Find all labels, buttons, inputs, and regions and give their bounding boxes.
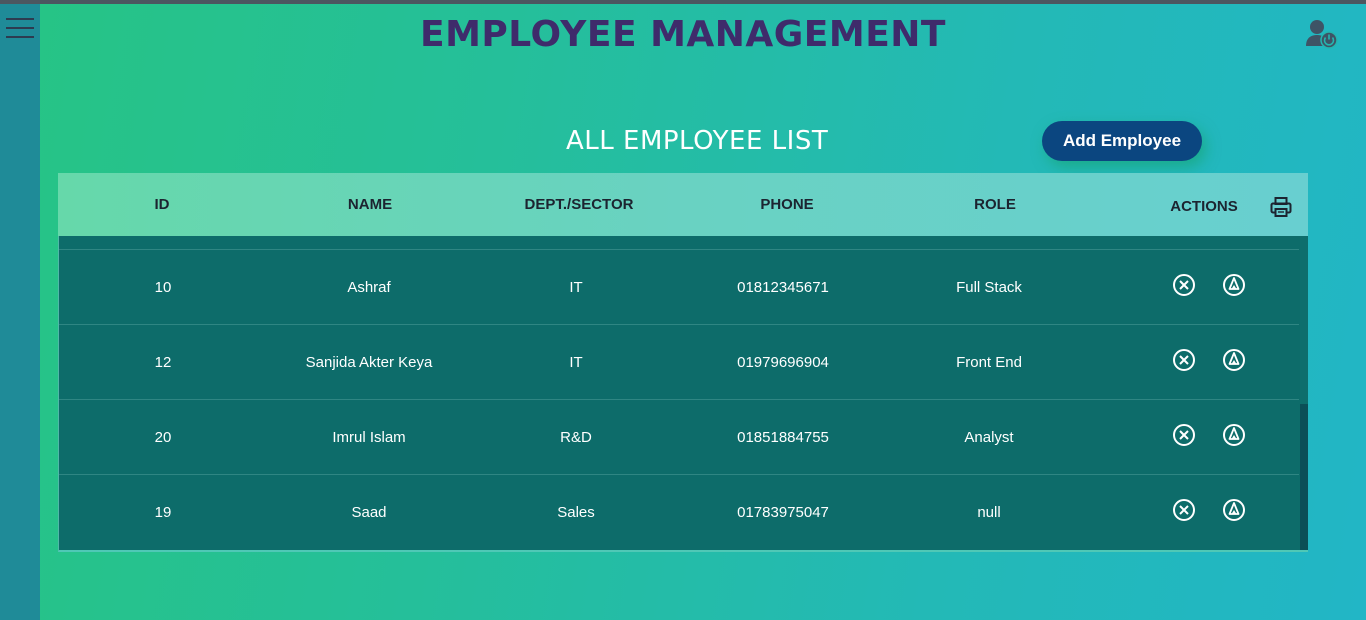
table-header: ID NAME DEPT./SECTOR PHONE ROLE ACTIONS — [58, 173, 1308, 236]
window-top-strip — [0, 0, 1366, 4]
column-header-actions: ACTIONS — [1170, 198, 1238, 215]
table-row[interactable]: 12 Sanjida Akter Keya IT 01979696904 Fro… — [59, 324, 1299, 400]
cell-phone: 01979696904 — [737, 354, 829, 371]
table-body: 10 Ashraf IT 01812345671 Full Stack 12 S… — [58, 236, 1308, 552]
delete-circle-x-icon[interactable] — [1172, 423, 1196, 447]
cell-id: 10 — [154, 279, 172, 296]
scrollbar-thumb[interactable] — [1300, 236, 1308, 404]
column-header-role: ROLE — [974, 196, 1016, 213]
cell-dept: Sales — [557, 504, 595, 521]
employee-list-title: ALL EMPLOYEE LIST — [566, 126, 829, 156]
delete-circle-x-icon[interactable] — [1172, 273, 1196, 297]
edit-pen-circle-icon[interactable] — [1222, 348, 1246, 372]
employee-table: ID NAME DEPT./SECTOR PHONE ROLE ACTIONS … — [58, 173, 1308, 552]
table-row[interactable]: 20 Imrul Islam R&D 01851884755 Analyst — [59, 399, 1299, 475]
column-header-phone: PHONE — [760, 196, 814, 213]
cell-phone: 01812345671 — [737, 279, 829, 296]
delete-circle-x-icon[interactable] — [1172, 348, 1196, 372]
cell-dept: IT — [569, 354, 583, 371]
cell-name: Ashraf — [347, 279, 391, 296]
column-header-name: NAME — [347, 196, 393, 213]
cell-phone: 01851884755 — [737, 429, 829, 446]
page-title: EMPLOYEE MANAGEMENT — [420, 14, 946, 55]
cell-phone: 01783975047 — [737, 504, 829, 521]
edit-pen-circle-icon[interactable] — [1222, 273, 1246, 297]
cell-role: Full Stack — [956, 279, 1022, 296]
user-logout-icon[interactable] — [1304, 18, 1340, 52]
cell-role: null — [977, 504, 1001, 521]
cell-name: Imrul Islam — [332, 429, 406, 446]
table-row[interactable]: 10 Ashraf IT 01812345671 Full Stack — [59, 249, 1299, 325]
delete-circle-x-icon[interactable] — [1172, 498, 1196, 522]
column-header-dept: DEPT./SECTOR — [524, 196, 634, 213]
cell-dept: R&D — [560, 429, 592, 446]
cell-name: Saad — [351, 504, 387, 521]
column-header-id: ID — [154, 196, 170, 213]
cell-id: 20 — [154, 429, 172, 446]
cell-name: Sanjida Akter Keya — [305, 354, 433, 371]
sidebar — [0, 4, 40, 620]
cell-dept: IT — [569, 279, 583, 296]
table-scrollbar[interactable] — [1300, 236, 1308, 550]
cell-role: Front End — [956, 354, 1022, 371]
edit-pen-circle-icon[interactable] — [1222, 498, 1246, 522]
table-row[interactable]: 19 Saad Sales 01783975047 null — [59, 474, 1299, 550]
printer-icon[interactable] — [1270, 196, 1292, 218]
add-employee-button[interactable]: Add Employee — [1042, 121, 1202, 161]
cell-id: 12 — [154, 354, 172, 371]
cell-id: 19 — [154, 504, 172, 521]
cell-role: Analyst — [964, 429, 1014, 446]
edit-pen-circle-icon[interactable] — [1222, 423, 1246, 447]
